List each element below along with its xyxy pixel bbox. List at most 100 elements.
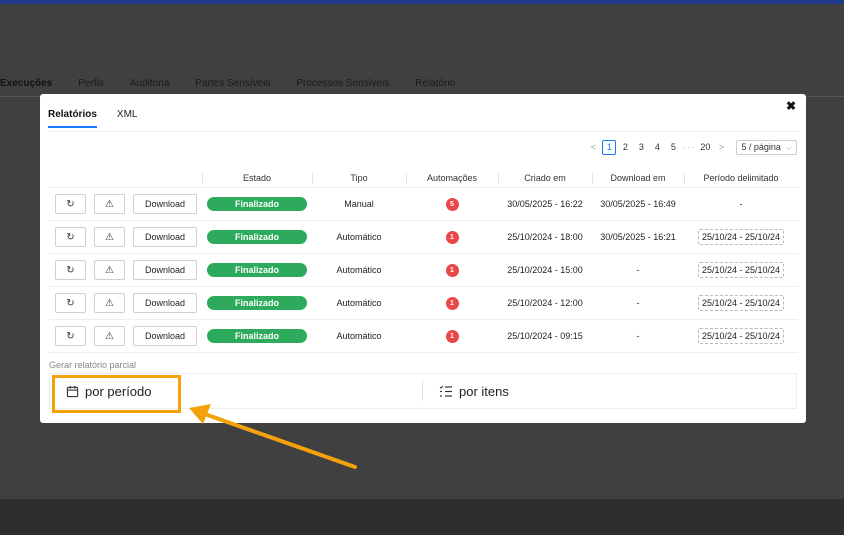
warning-button[interactable]: ⚠: [94, 326, 125, 346]
pagination-next-button[interactable]: >: [714, 140, 728, 155]
tab-xml[interactable]: XML: [117, 109, 138, 128]
close-icon[interactable]: ✖: [786, 99, 796, 113]
cell-tipo: Automático: [336, 232, 382, 242]
cell-automacoes: 1: [406, 320, 498, 353]
warning-button[interactable]: ⚠: [94, 227, 125, 247]
period-tag: 25/10/24 - 25/10/24: [697, 295, 785, 311]
cell-estado: Finalizado: [202, 287, 312, 320]
cell-tipo: Automático: [336, 265, 382, 275]
reload-button[interactable]: ↻: [55, 194, 86, 214]
warning-icon: ⚠: [105, 231, 114, 243]
pagination-ellipsis[interactable]: ···: [682, 140, 696, 155]
cell-download-em: 30/05/2025 - 16:49: [600, 199, 676, 209]
status-badge: Finalizado: [207, 263, 307, 277]
pagination-page-2[interactable]: 2: [618, 140, 632, 155]
cell-tipo: Automático: [336, 298, 382, 308]
cell-estado: Finalizado: [202, 188, 312, 221]
reload-button[interactable]: ↻: [55, 227, 86, 247]
cell-periodo: 25/10/24 - 25/10/24: [684, 254, 798, 287]
reports-table: Estado Tipo Automações Criado em Downloa…: [48, 169, 798, 353]
cell-estado: Finalizado: [202, 221, 312, 254]
period-tag: -: [739, 199, 743, 209]
row-actions: ↻ ⚠ Download: [48, 320, 202, 353]
pagination-page-last[interactable]: 20: [698, 140, 712, 155]
cell-periodo: -: [684, 188, 798, 221]
cell-tipo: Manual: [344, 199, 374, 209]
row-actions: ↻ ⚠ Download: [48, 254, 202, 287]
warning-button[interactable]: ⚠: [94, 194, 125, 214]
header-criado-em: Criado em: [498, 169, 592, 188]
cell-periodo: 25/10/24 - 25/10/24: [684, 287, 798, 320]
header-automacoes: Automações: [406, 169, 498, 188]
cell-download-em: -: [636, 298, 640, 308]
status-badge: Finalizado: [207, 230, 307, 244]
by-items-button[interactable]: por itens: [423, 374, 795, 408]
cell-periodo: 25/10/24 - 25/10/24: [684, 320, 798, 353]
reload-icon: ↻: [66, 231, 75, 243]
pagination-page-5[interactable]: 5: [666, 140, 680, 155]
status-badge: Finalizado: [207, 329, 307, 343]
reload-button[interactable]: ↻: [55, 260, 86, 280]
page-size-value: 5 / página: [741, 142, 781, 152]
cell-download-em: -: [636, 331, 640, 341]
table-row: ↻ ⚠ Download Finalizado Automático 1 25/10/202…: [48, 320, 798, 353]
download-button[interactable]: Download: [133, 326, 197, 346]
cell-tipo: Automático: [336, 331, 382, 341]
modal-tab-divider: [48, 131, 798, 132]
row-actions: ↻ ⚠ Download: [48, 287, 202, 320]
download-button[interactable]: Download: [133, 194, 197, 214]
download-button[interactable]: Download: [133, 260, 197, 280]
warning-icon: ⚠: [105, 198, 114, 210]
cell-periodo: 25/10/24 - 25/10/24: [684, 221, 798, 254]
annotation-arrow-icon: [189, 404, 357, 469]
download-button[interactable]: Download: [133, 293, 197, 313]
row-actions: ↻ ⚠ Download: [48, 188, 202, 221]
pagination-page-4[interactable]: 4: [650, 140, 664, 155]
pagination-page-3[interactable]: 3: [634, 140, 648, 155]
period-tag: 25/10/24 - 25/10/24: [697, 229, 785, 245]
automations-count-badge: 1: [445, 296, 459, 310]
reload-icon: ↻: [66, 330, 75, 342]
partial-report-label: Gerar relatório parcial: [49, 360, 137, 370]
cell-automacoes: 1: [406, 287, 498, 320]
background-footer: [0, 499, 844, 535]
automations-count-badge: 1: [445, 263, 459, 277]
reload-icon: ↻: [66, 297, 75, 309]
reports-modal: ✖ Relatórios XML < 1 2 3 4 5 ··· 20 > 5 …: [40, 94, 806, 423]
header-periodo: Período delimitado: [684, 169, 798, 188]
cell-estado: Finalizado: [202, 254, 312, 287]
cell-criado-em: 25/10/2024 - 09:15: [507, 331, 583, 341]
warning-button[interactable]: ⚠: [94, 293, 125, 313]
pagination-page-1[interactable]: 1: [602, 140, 617, 155]
reload-icon: ↻: [66, 264, 75, 276]
warning-icon: ⚠: [105, 264, 114, 276]
warning-button[interactable]: ⚠: [94, 260, 125, 280]
by-period-label: por período: [85, 383, 152, 399]
tab-relatorios[interactable]: Relatórios: [48, 109, 97, 128]
reload-button[interactable]: ↻: [55, 293, 86, 313]
reload-button[interactable]: ↻: [55, 326, 86, 346]
cell-criado-em: 25/10/2024 - 12:00: [507, 298, 583, 308]
cell-criado-em: 25/10/2024 - 18:00: [507, 232, 583, 242]
status-badge: Finalizado: [207, 197, 307, 211]
header-tipo: Tipo: [312, 169, 406, 188]
reload-icon: ↻: [66, 198, 75, 210]
table-row: ↻ ⚠ Download Finalizado Automático 1 25/10/202…: [48, 254, 798, 287]
by-items-label: por itens: [459, 383, 509, 399]
cell-criado-em: 25/10/2024 - 15:00: [507, 265, 583, 275]
cell-download-em: 30/05/2025 - 16:21: [600, 232, 676, 242]
list-icon: [439, 385, 453, 398]
cell-automacoes: 5: [406, 188, 498, 221]
download-button[interactable]: Download: [133, 227, 197, 247]
cell-automacoes: 1: [406, 254, 498, 287]
automations-count-badge: 1: [445, 329, 459, 343]
page-size-select[interactable]: 5 / página ⌵: [736, 140, 797, 155]
period-tag: 25/10/24 - 25/10/24: [697, 328, 785, 344]
calendar-icon: [66, 385, 79, 398]
header-download-em: Download em: [592, 169, 684, 188]
partial-report-options: por período por itens: [49, 373, 797, 409]
automations-count-badge: 1: [445, 230, 459, 244]
status-badge: Finalizado: [207, 296, 307, 310]
cell-criado-em: 30/05/2025 - 16:22: [507, 199, 583, 209]
pagination-prev-button[interactable]: <: [586, 140, 600, 155]
